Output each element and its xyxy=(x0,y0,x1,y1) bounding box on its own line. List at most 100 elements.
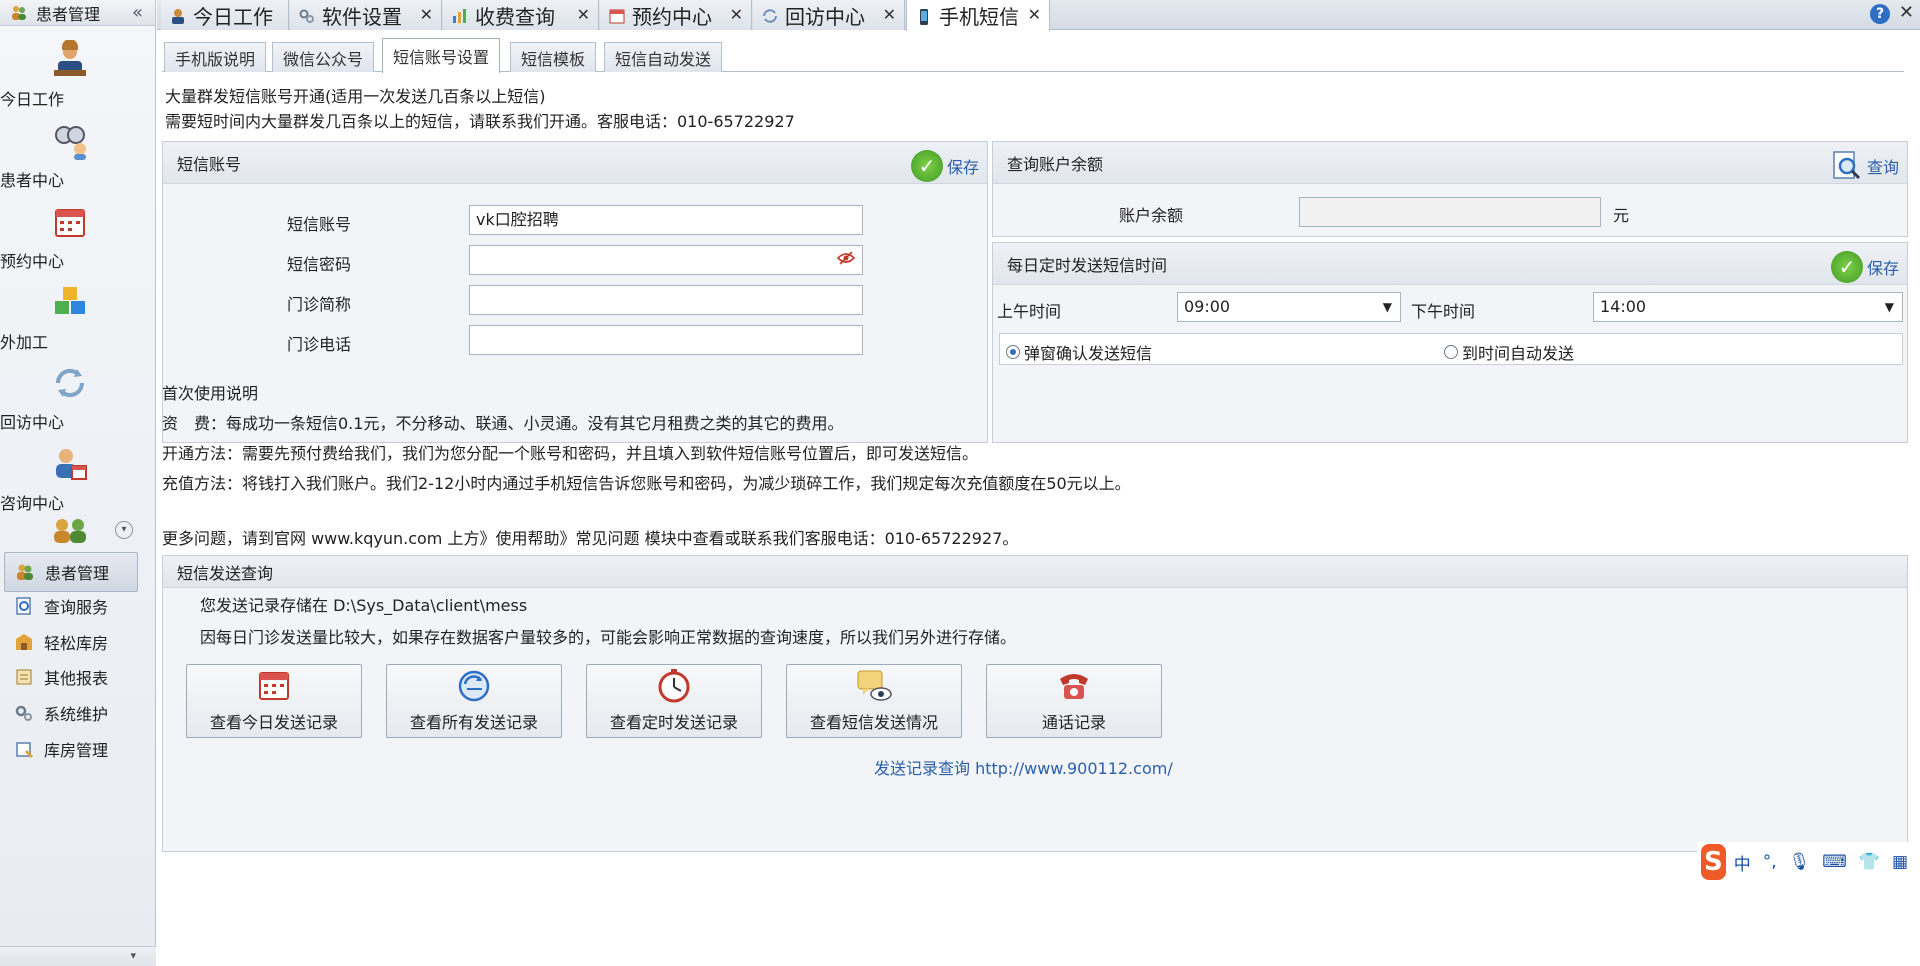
sidebar-item-easy-warehouse[interactable]: 轻松库房 xyxy=(4,622,138,662)
close-icon[interactable]: ✕ xyxy=(883,5,896,24)
tab-fee-query[interactable]: 收费查询 ✕ xyxy=(443,0,599,30)
keyboard-icon[interactable]: ⌨ xyxy=(1822,852,1847,872)
instructions-more: 更多问题，请到官网 www.kqyun.com 上方》使用帮助》常见问题 模块中… xyxy=(162,529,1019,548)
mobile-phone-icon xyxy=(915,7,933,25)
sms-account-input[interactable]: vk口腔招聘 xyxy=(469,205,863,235)
dropdown-arrow-icon[interactable]: ▼ xyxy=(1885,293,1894,321)
expand-chevron-icon[interactable]: ▾ xyxy=(115,521,133,539)
sidebar-menu-chevron-icon[interactable]: ▾ xyxy=(130,949,136,962)
hide-password-icon[interactable] xyxy=(836,248,856,277)
subtab-label: 短信账号设置 xyxy=(393,48,490,67)
view-all-records-button[interactable]: 查看所有发送记录 xyxy=(386,664,562,738)
am-time-select[interactable]: 09:00 ▼ xyxy=(1177,292,1401,322)
nav-label: 外加工 xyxy=(0,333,49,352)
nav-patient-center[interactable]: 患者中心 xyxy=(0,113,140,205)
tab-today-work[interactable]: 今日工作 xyxy=(161,0,289,30)
subtab-mobile-guide[interactable]: 手机版说明 xyxy=(164,42,267,72)
microphone-icon[interactable]: 🎙 xyxy=(1789,852,1811,872)
nav-label: 回访中心 xyxy=(0,413,65,432)
nav-consult-center[interactable]: 咨询中心 xyxy=(0,436,140,528)
tab-appointment-center[interactable]: 预约中心 ✕ xyxy=(600,0,752,30)
button-label: 查看所有发送记录 xyxy=(409,713,538,732)
subtab-label: 短信自动发送 xyxy=(615,49,712,69)
check-icon: ✓ xyxy=(910,150,943,182)
sidebar-title: 患者管理 xyxy=(36,4,101,24)
sidebar-item-label: 查询服务 xyxy=(44,598,109,617)
intro-line-1: 大量群发短信账号开通(适用一次发送几百条以上短信) xyxy=(165,87,546,106)
send-mode-radio-group: 弹窗确认发送短信 到时间自动发送 xyxy=(999,333,1903,365)
ime-punct[interactable]: °, xyxy=(1763,852,1777,872)
view-today-records-button[interactable]: 查看今日发送记录 xyxy=(186,664,362,738)
subtab-sms-template[interactable]: 短信模板 xyxy=(510,42,597,72)
ime-mode[interactable]: 中 xyxy=(1734,850,1751,875)
refresh-globe-icon xyxy=(458,670,490,702)
message-eye-icon xyxy=(857,670,892,701)
panel-title: 查询账户余额 xyxy=(1007,154,1104,174)
tab-software-settings[interactable]: 软件设置 ✕ xyxy=(290,0,442,30)
query-button[interactable]: 查询 xyxy=(1831,150,1899,182)
dropdown-arrow-icon[interactable]: ▼ xyxy=(1383,293,1392,321)
nav-label: 患者中心 xyxy=(0,171,65,190)
clinic-phone-input[interactable] xyxy=(469,325,863,355)
sms-password-input[interactable] xyxy=(469,245,863,275)
more-groups-icon xyxy=(50,517,90,549)
sub-tab-bar: 手机版说明 微信公众号 短信账号设置 短信模板 短信自动发送 xyxy=(162,38,1904,73)
query-icon xyxy=(14,596,34,616)
clinic-short-name-input[interactable] xyxy=(469,285,863,315)
document-tab-bar: 今日工作 软件设置 ✕ 收费查询 ✕ 预约中心 ✕ 回访中心 ✕ 手机短信 ✕ … xyxy=(157,0,1920,31)
tab-followup-center[interactable]: 回访中心 ✕ xyxy=(753,0,905,30)
close-icon[interactable]: ✕ xyxy=(1028,5,1041,24)
sidebar-item-label: 库房管理 xyxy=(44,741,109,760)
subtab-label: 短信模板 xyxy=(521,49,586,69)
pm-time-select[interactable]: 14:00 ▼ xyxy=(1593,292,1903,322)
tab-mobile-sms[interactable]: 手机短信 ✕ xyxy=(906,0,1050,31)
patients-small-icon xyxy=(15,562,35,582)
sidebar-item-label: 系统维护 xyxy=(44,705,109,724)
call-records-button[interactable]: 通话记录 xyxy=(986,664,1162,738)
pm-time-value: 14:00 xyxy=(1600,297,1647,316)
close-icon[interactable]: ✕ xyxy=(577,5,590,24)
help-icon[interactable]: ? xyxy=(1870,4,1890,24)
save-button[interactable]: ✓ 保存 xyxy=(910,150,979,182)
sms-account-panel: 短信账号 ✓ 保存 短信账号 vk口腔招聘 短信密码 门诊简称 门诊电话 xyxy=(162,141,988,443)
collapse-icon[interactable]: « xyxy=(132,2,143,23)
close-icon[interactable]: ✕ xyxy=(420,5,433,24)
nav-followup-center[interactable]: 回访中心 xyxy=(0,355,140,447)
close-icon[interactable]: ✕ xyxy=(730,5,743,24)
radio-auto-send[interactable]: 到时间自动发送 xyxy=(1444,340,1574,364)
skin-shirt-icon[interactable]: 👕 xyxy=(1859,852,1880,872)
sidebar-item-store-management[interactable]: 库房管理 xyxy=(4,729,138,769)
view-scheduled-records-button[interactable]: 查看定时发送记录 xyxy=(586,664,762,738)
window-close-icon[interactable]: ✕ xyxy=(1899,2,1914,23)
panel-title: 每日定时发送短信时间 xyxy=(1007,255,1168,275)
clock-icon xyxy=(658,669,690,703)
worker-icon xyxy=(169,6,187,24)
cubes-icon xyxy=(55,287,85,314)
sogou-logo-icon[interactable]: S xyxy=(1701,844,1726,880)
subtab-sms-account[interactable]: 短信账号设置 xyxy=(382,38,501,73)
panel-title: 短信发送查询 xyxy=(177,563,274,583)
sidebar-item-system-maintenance[interactable]: 系统维护 xyxy=(4,693,138,733)
save-schedule-button[interactable]: ✓ 保存 xyxy=(1830,251,1899,283)
panel-header: 短信发送查询 xyxy=(163,556,1907,588)
nav-today-work[interactable]: 今日工作 xyxy=(0,32,140,124)
nav-outsourcing[interactable]: 外加工 xyxy=(0,275,140,367)
balance-field xyxy=(1299,197,1601,227)
radio-confirm-send[interactable]: 弹窗确认发送短信 xyxy=(1006,340,1152,364)
tab-label: 预约中心 xyxy=(632,4,712,29)
instructions-fee: 资 费：每成功一条短信0.1元，不分移动、联通、小灵通。没有其它月租费之类的其它… xyxy=(162,414,844,433)
field-label: 短信账号 xyxy=(287,215,352,234)
subtab-wechat[interactable]: 微信公众号 xyxy=(272,42,375,72)
subtab-sms-auto-send[interactable]: 短信自动发送 xyxy=(604,42,723,72)
send-record-query-link[interactable]: 发送记录查询 http://www.900112.com/ xyxy=(874,755,1173,779)
patients-group-icon xyxy=(10,4,28,22)
magnifier-icon xyxy=(1833,151,1861,180)
sidebar-item-query-service[interactable]: 查询服务 xyxy=(4,586,138,626)
sidebar-item-other-reports[interactable]: 其他报表 xyxy=(4,657,138,697)
button-label: 查看今日发送记录 xyxy=(209,713,338,732)
view-sms-status-button[interactable]: 查看短信发送情况 xyxy=(786,664,962,738)
store-icon xyxy=(14,739,34,759)
grid-menu-icon[interactable]: ▦ xyxy=(1892,852,1908,872)
nav-appointment-center[interactable]: 预约中心 xyxy=(0,194,140,286)
save-label: 保存 xyxy=(1866,259,1899,278)
